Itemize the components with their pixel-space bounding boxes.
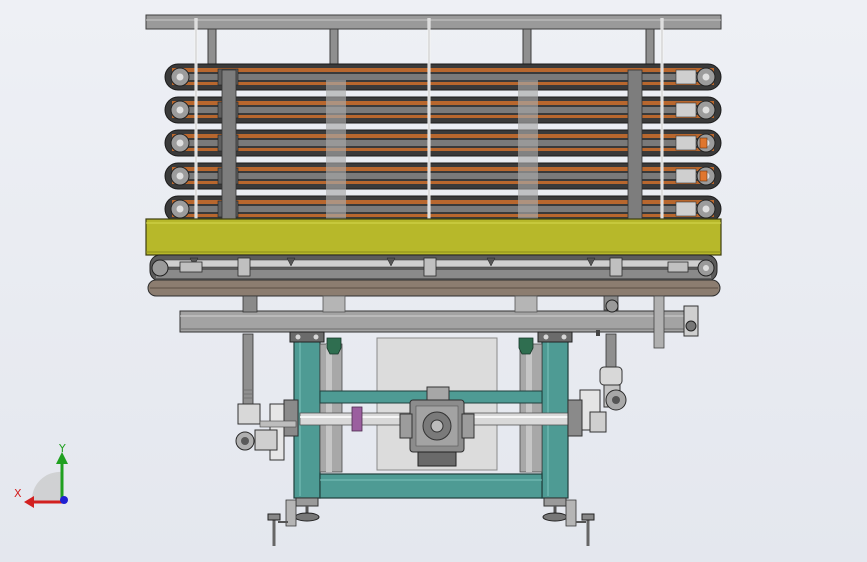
coordinate-triad: Y X xyxy=(14,442,68,508)
assembly-drawing: Y X xyxy=(14,14,722,546)
y-axis-label: Y xyxy=(58,442,66,455)
cad-viewport[interactable]: Y X xyxy=(0,0,867,562)
yellow-platform xyxy=(145,218,722,256)
lower-conveyor xyxy=(147,254,721,297)
left-bearing-assembly xyxy=(235,333,299,461)
leveling-feet xyxy=(267,497,595,546)
z-axis-dot xyxy=(60,496,68,504)
x-axis-label: X xyxy=(14,487,22,500)
top-frame xyxy=(145,14,722,66)
